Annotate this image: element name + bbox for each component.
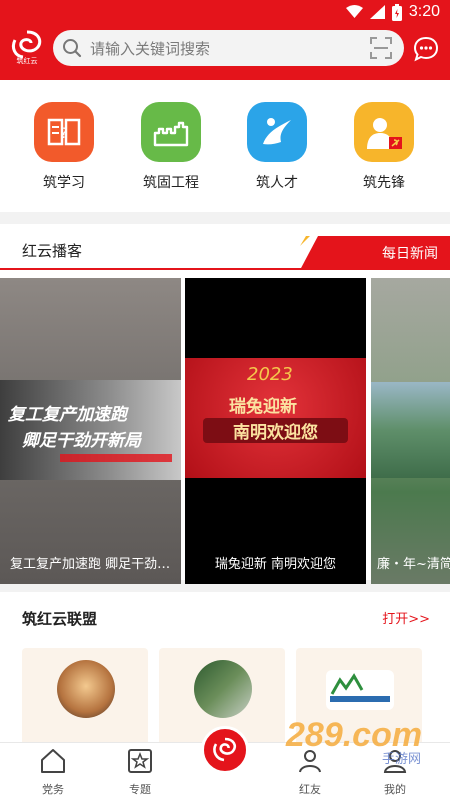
talent-icon [247, 102, 307, 162]
tab-label: 党务 [42, 783, 64, 796]
tab-topics[interactable]: 专题 [110, 747, 170, 797]
watermark: 289.com 手游网 [286, 716, 423, 767]
quick-nav: ? 筑学习 筑固工程 筑人才 筑先锋 [0, 80, 450, 212]
logo-text: 筑红云 [16, 57, 38, 65]
video-frame: 2023 瑞兔迎新 南明欢迎您 [185, 358, 366, 478]
status-bar: 3:20 [345, 3, 440, 21]
banner-line: 复工复产加速跑 [8, 405, 127, 425]
quick-nav-talent[interactable]: 筑人才 [242, 102, 312, 192]
tab-party-affairs[interactable]: 党务 [23, 747, 83, 797]
quick-nav-project[interactable]: 筑固工程 [136, 102, 206, 192]
watermark-subtext: 手游网 [382, 752, 422, 767]
battery-icon [391, 3, 402, 21]
banner-line: 南明欢迎您 [203, 418, 348, 443]
great-wall-icon [141, 102, 201, 162]
banner-line: 瑞兔迎新 [229, 397, 297, 417]
daily-news-tab[interactable]: 每日新闻 [382, 243, 438, 263]
alliance-logo [194, 660, 252, 718]
pioneer-icon [354, 102, 414, 162]
banner-line: 卿足干劲开新局 [22, 431, 141, 451]
video-frame [371, 382, 450, 478]
search-bar[interactable]: 请输入关键词搜索 [53, 30, 404, 66]
svg-text:?: ? [60, 126, 67, 142]
book-icon: ? [34, 102, 94, 162]
wifi-icon [345, 5, 363, 18]
podcast-card[interactable]: 复工复产加速跑 卿足干劲开新局 复工复产加速跑 卿足干劲… [0, 278, 181, 584]
search-icon [63, 39, 82, 58]
quick-nav-label: 筑先锋 [363, 175, 405, 191]
message-icon[interactable] [413, 36, 439, 62]
section-title: 筑红云联盟 [22, 610, 98, 628]
podcast-card[interactable]: 2023 瑞兔迎新 南明欢迎您 瑞兔迎新 南明欢迎您 [185, 278, 366, 584]
tab-label: 专题 [129, 783, 151, 796]
video-frame: 复工复产加速跑 卿足干劲开新局 [0, 380, 181, 480]
star-icon [128, 749, 152, 773]
open-link[interactable]: 打开>> [382, 608, 430, 627]
app-header: 3:20 筑红云 请输入关键词搜索 [0, 0, 450, 80]
search-placeholder: 请输入关键词搜索 [90, 39, 211, 58]
quick-nav-study[interactable]: ? 筑学习 [29, 102, 99, 192]
tab-label: 红友 [299, 783, 321, 796]
center-home-button[interactable] [201, 726, 249, 774]
alliance-card[interactable] [22, 648, 148, 748]
quick-nav-label: 筑固工程 [143, 175, 199, 191]
quick-nav-label: 筑学习 [43, 175, 85, 191]
podcast-card[interactable]: 廉・年~清简 [371, 278, 450, 584]
alliance-logo [326, 670, 394, 710]
app-logo[interactable]: 筑红云 [9, 30, 45, 68]
tab-label: 我的 [384, 783, 406, 796]
tab-friends[interactable]: 红友 [280, 747, 340, 797]
section-title: 红云播客 [22, 242, 83, 260]
podcast-section: 红云播客 每日新闻 复工复产加速跑 卿足干劲开新局 复工复产加速跑 卿足干劲… … [0, 224, 450, 584]
center-logo-icon [213, 737, 237, 762]
card-caption: 复工复产加速跑 卿足干劲… [10, 557, 171, 572]
alliance-logo [57, 660, 115, 718]
banner-strip [60, 454, 172, 462]
status-time: 3:20 [408, 3, 440, 20]
quick-nav-label: 筑人才 [256, 175, 298, 191]
card-caption: 瑞兔迎新 南明欢迎您 [214, 557, 337, 572]
signal-icon [369, 5, 385, 19]
year-mark: 2023 [247, 364, 293, 385]
home-icon [41, 749, 65, 773]
card-caption: 廉・年~清简 [377, 557, 450, 572]
scan-icon[interactable] [370, 37, 392, 59]
quick-nav-pioneer[interactable]: 筑先锋 [349, 102, 419, 192]
watermark-text: 289.com [286, 716, 423, 754]
